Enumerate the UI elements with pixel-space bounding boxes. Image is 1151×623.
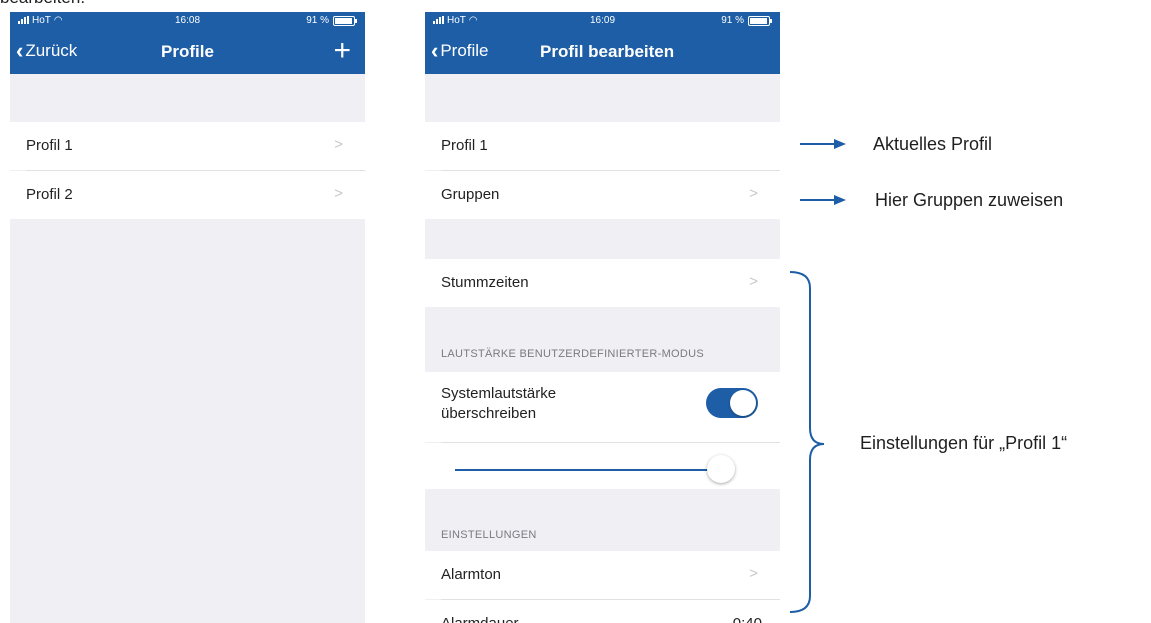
curly-brace-icon <box>789 271 825 613</box>
volume-slider-cell <box>425 443 780 489</box>
arrow-right-icon <box>800 195 846 205</box>
profiles-screen: HoT ◠ 16:08 91 % ‹ Zurück Profile + Profi… <box>10 12 365 623</box>
override-label-line2: überschreiben <box>441 405 537 422</box>
chevron-right-icon: > <box>749 273 758 290</box>
settings-section-header: EINSTELLUNGEN <box>441 529 537 541</box>
chevron-right-icon: > <box>749 565 758 582</box>
volume-slider-thumb[interactable] <box>706 455 735 483</box>
alarm-tone-cell[interactable]: Alarmton > <box>425 551 780 599</box>
mute-times-cell[interactable]: Stummzeiten > <box>425 259 780 307</box>
annotation-settings-for-profile: Einstellungen für „Profil 1“ <box>860 433 1068 453</box>
page-caption: bearbeiten. <box>0 0 85 8</box>
list-item-profile-2[interactable]: Profil 2 > <box>10 171 365 219</box>
navigation-bar: ‹ Profile Profil bearbeiten <box>425 30 780 74</box>
page-title: Profile <box>161 42 214 61</box>
arrow-right-icon <box>800 139 846 149</box>
alarm-duration-label: Alarmdauer <box>441 615 519 623</box>
list-item-label: Profil 2 <box>26 186 73 203</box>
status-bar: HoT ◠ 16:08 91 % <box>10 12 365 30</box>
override-label-line1: Systemlautstärke <box>441 385 557 402</box>
chevron-right-icon: > <box>334 136 343 153</box>
status-bar: HoT ◠ 16:09 91 % <box>425 12 780 30</box>
override-volume-toggle[interactable] <box>706 388 758 418</box>
page-title: Profil bearbeiten <box>540 42 675 61</box>
navigation-bar: ‹ Zurück Profile + <box>10 30 365 74</box>
volume-slider-track[interactable] <box>455 469 721 471</box>
annotation-assign-groups: Hier Gruppen zuweisen <box>875 190 1064 210</box>
edit-profile-screen: HoT ◠ 16:09 91 % ‹ Profile Profil bearbei… <box>425 12 780 623</box>
alarm-duration-value: 0:40 <box>733 615 762 623</box>
profile-name: Profil 1 <box>441 137 488 154</box>
battery-icon <box>333 15 357 26</box>
battery-percent: 91 % <box>306 15 329 26</box>
profile-name-cell[interactable]: Profil 1 <box>425 122 780 170</box>
battery-percent: 91 % <box>721 15 744 26</box>
mute-times-label: Stummzeiten <box>441 274 529 291</box>
add-profile-button[interactable]: + <box>333 34 351 68</box>
chevron-right-icon: > <box>334 185 343 202</box>
list-item-profile-1[interactable]: Profil 1 > <box>10 122 365 170</box>
volume-section-header: LAUTSTÄRKE BENUTZERDEFINIERTER-MODUS <box>441 348 705 360</box>
back-label: Profile <box>440 41 489 60</box>
chevron-right-icon: > <box>749 185 758 202</box>
annotation-current-profile: Aktuelles Profil <box>873 134 993 154</box>
toggle-knob <box>730 390 756 416</box>
alarm-tone-label: Alarmton <box>441 566 502 583</box>
list-item-label: Profil 1 <box>26 137 73 154</box>
groups-label: Gruppen <box>441 186 500 203</box>
back-button[interactable]: ‹ Profile <box>431 38 489 63</box>
override-volume-cell: Systemlautstärke überschreiben <box>425 372 780 442</box>
battery-icon <box>748 15 772 26</box>
groups-cell[interactable]: Gruppen > <box>425 171 780 219</box>
chevron-left-icon: ‹ <box>431 38 439 63</box>
alarm-duration-cell[interactable]: Alarmdauer 0:40 <box>425 600 780 623</box>
